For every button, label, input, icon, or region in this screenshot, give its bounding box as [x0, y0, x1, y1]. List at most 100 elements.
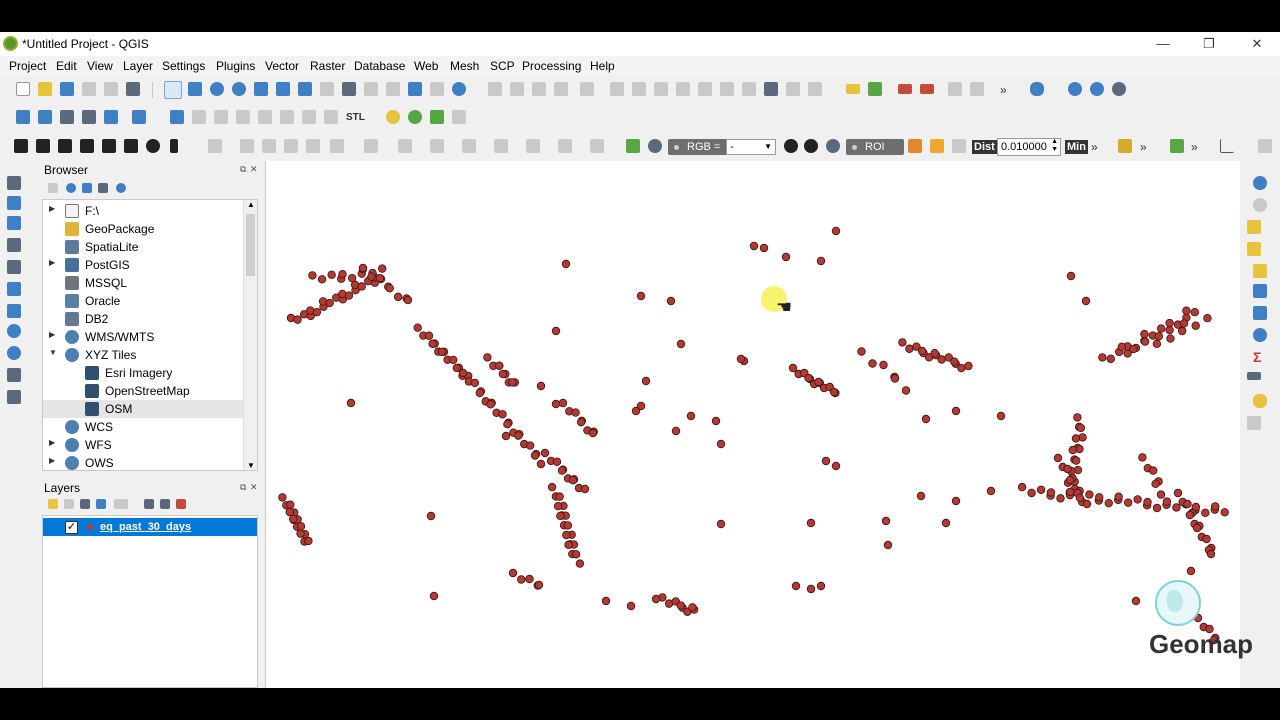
- earthquake-point[interactable]: [676, 601, 685, 610]
- earthquake-point[interactable]: [759, 243, 769, 253]
- earthquake-point[interactable]: [540, 448, 550, 458]
- earthquake-point[interactable]: [403, 295, 413, 305]
- earthquake-point[interactable]: [308, 271, 317, 280]
- earthquake-point[interactable]: [563, 521, 573, 530]
- earthquake-point[interactable]: [964, 361, 973, 371]
- earthquake-point[interactable]: [561, 259, 571, 269]
- browser-item[interactable]: Oracle: [43, 292, 243, 310]
- attribute-table-icon[interactable]: [1253, 284, 1267, 298]
- earthquake-point[interactable]: [1173, 488, 1183, 498]
- earthquake-point[interactable]: [901, 386, 911, 395]
- earthquake-point[interactable]: [1066, 271, 1076, 281]
- browser-item[interactable]: GeoPackage: [43, 220, 243, 238]
- earthquake-point[interactable]: [358, 263, 368, 273]
- earthquake-point[interactable]: [1140, 329, 1149, 339]
- earthquake-point[interactable]: [525, 441, 535, 450]
- earthquake-point[interactable]: [286, 500, 295, 509]
- expand-all-icon[interactable]: [144, 499, 154, 509]
- earthquake-point[interactable]: [1098, 353, 1107, 362]
- scp-band-icon[interactable]: [784, 139, 798, 153]
- add-vector-strip-icon[interactable]: [7, 176, 21, 190]
- scp-tool-13-icon[interactable]: [558, 139, 572, 153]
- earthquake-point[interactable]: [996, 411, 1006, 421]
- browser-item[interactable]: SpatiaLite: [43, 238, 243, 256]
- earthquake-point[interactable]: [296, 529, 305, 538]
- earthquake-point[interactable]: [1073, 413, 1082, 422]
- filter-browser-icon[interactable]: [82, 183, 92, 193]
- expand-arrow-icon[interactable]: ▶: [49, 438, 55, 447]
- zoom-native-icon[interactable]: [320, 82, 334, 96]
- add-spatialite-strip-icon[interactable]: [7, 260, 21, 274]
- filter-expression-icon[interactable]: [114, 499, 128, 509]
- earthquake-point[interactable]: [1206, 549, 1216, 559]
- earthquake-point[interactable]: [1182, 306, 1191, 315]
- earthquake-point[interactable]: [1140, 337, 1150, 346]
- roi-redo-icon[interactable]: [952, 139, 966, 153]
- earthquake-point[interactable]: [557, 466, 567, 475]
- add-wms-strip-icon[interactable]: [7, 304, 21, 318]
- label-tool-icon[interactable]: [846, 84, 860, 94]
- earthquake-point[interactable]: [458, 368, 468, 378]
- scp-tool-14-icon[interactable]: [590, 139, 604, 153]
- redo-icon[interactable]: [720, 82, 734, 96]
- new-spatialite-icon[interactable]: [236, 110, 250, 124]
- earthquake-point[interactable]: [651, 594, 661, 604]
- menu-settings[interactable]: Settings: [162, 59, 205, 73]
- close-button[interactable]: ✕: [1234, 32, 1280, 56]
- expand-arrow-icon[interactable]: ▶: [49, 330, 55, 339]
- scroll-up-icon[interactable]: ▲: [247, 200, 255, 209]
- browser-item[interactable]: DB2: [43, 310, 243, 328]
- earthquake-point[interactable]: [1114, 492, 1123, 501]
- earthquake-point[interactable]: [788, 363, 798, 373]
- scp-tool-10-icon[interactable]: [462, 139, 476, 153]
- earthquake-point[interactable]: [1220, 508, 1229, 517]
- scp-tool-9-icon[interactable]: [430, 139, 444, 153]
- earthquake-point[interactable]: [957, 363, 966, 373]
- measure-line-icon[interactable]: [1247, 372, 1261, 380]
- earthquake-point[interactable]: [483, 353, 492, 362]
- earthquake-point[interactable]: [1065, 475, 1075, 485]
- menu-scp[interactable]: SCP: [490, 59, 515, 73]
- earthquake-point[interactable]: [536, 381, 546, 391]
- earthquake-point[interactable]: [564, 540, 573, 549]
- add-delimited-strip-icon[interactable]: [7, 238, 21, 252]
- save-project-icon[interactable]: [60, 82, 74, 96]
- earthquake-point[interactable]: [1211, 502, 1220, 511]
- earthquake-point[interactable]: [1066, 487, 1075, 497]
- add-virtual-strip-icon[interactable]: [7, 282, 21, 296]
- earthquake-point[interactable]: [666, 296, 676, 306]
- earthquake-point[interactable]: [534, 580, 544, 590]
- earthquake-point[interactable]: [905, 344, 914, 353]
- earthquake-point[interactable]: [1017, 482, 1027, 492]
- earthquake-point[interactable]: [429, 591, 439, 601]
- earthquake-point[interactable]: [367, 272, 376, 281]
- earthquake-point[interactable]: [556, 511, 565, 521]
- earthquake-point[interactable]: [1082, 499, 1092, 509]
- save-edits-icon[interactable]: [532, 82, 546, 96]
- earthquake-point[interactable]: [950, 357, 959, 366]
- browser-item[interactable]: ▼ XYZ Tiles: [43, 346, 243, 364]
- earthquake-point[interactable]: [1166, 334, 1175, 343]
- earthquake-point[interactable]: [781, 252, 791, 262]
- georeferencer-icon[interactable]: [764, 82, 778, 96]
- scp-zoom-roi-icon[interactable]: [826, 139, 840, 153]
- toolbar-overflow-icon[interactable]: »: [1091, 140, 1098, 154]
- earthquake-point[interactable]: [1138, 453, 1147, 462]
- earthquake-point[interactable]: [346, 398, 356, 408]
- add-vector-layer-icon[interactable]: [16, 110, 30, 124]
- earthquake-point[interactable]: [470, 378, 480, 388]
- earthquake-point[interactable]: [1046, 488, 1056, 497]
- deselect-icon[interactable]: [1253, 264, 1267, 278]
- earthquake-point[interactable]: [1185, 510, 1195, 520]
- temporal-controller-icon[interactable]: [408, 82, 422, 96]
- new-mesh-icon[interactable]: [258, 110, 272, 124]
- scp-cursor-icon[interactable]: [804, 139, 818, 153]
- advanced-digitizing-icon[interactable]: [808, 82, 822, 96]
- download-cloud-icon[interactable]: [80, 139, 94, 153]
- collapse-all-icon[interactable]: [98, 183, 108, 193]
- earthquake-point[interactable]: [377, 264, 387, 273]
- earthquake-point[interactable]: [304, 536, 313, 546]
- copy-features-icon[interactable]: [654, 82, 668, 96]
- earthquake-point[interactable]: [917, 346, 927, 356]
- earthquake-point[interactable]: [312, 307, 322, 317]
